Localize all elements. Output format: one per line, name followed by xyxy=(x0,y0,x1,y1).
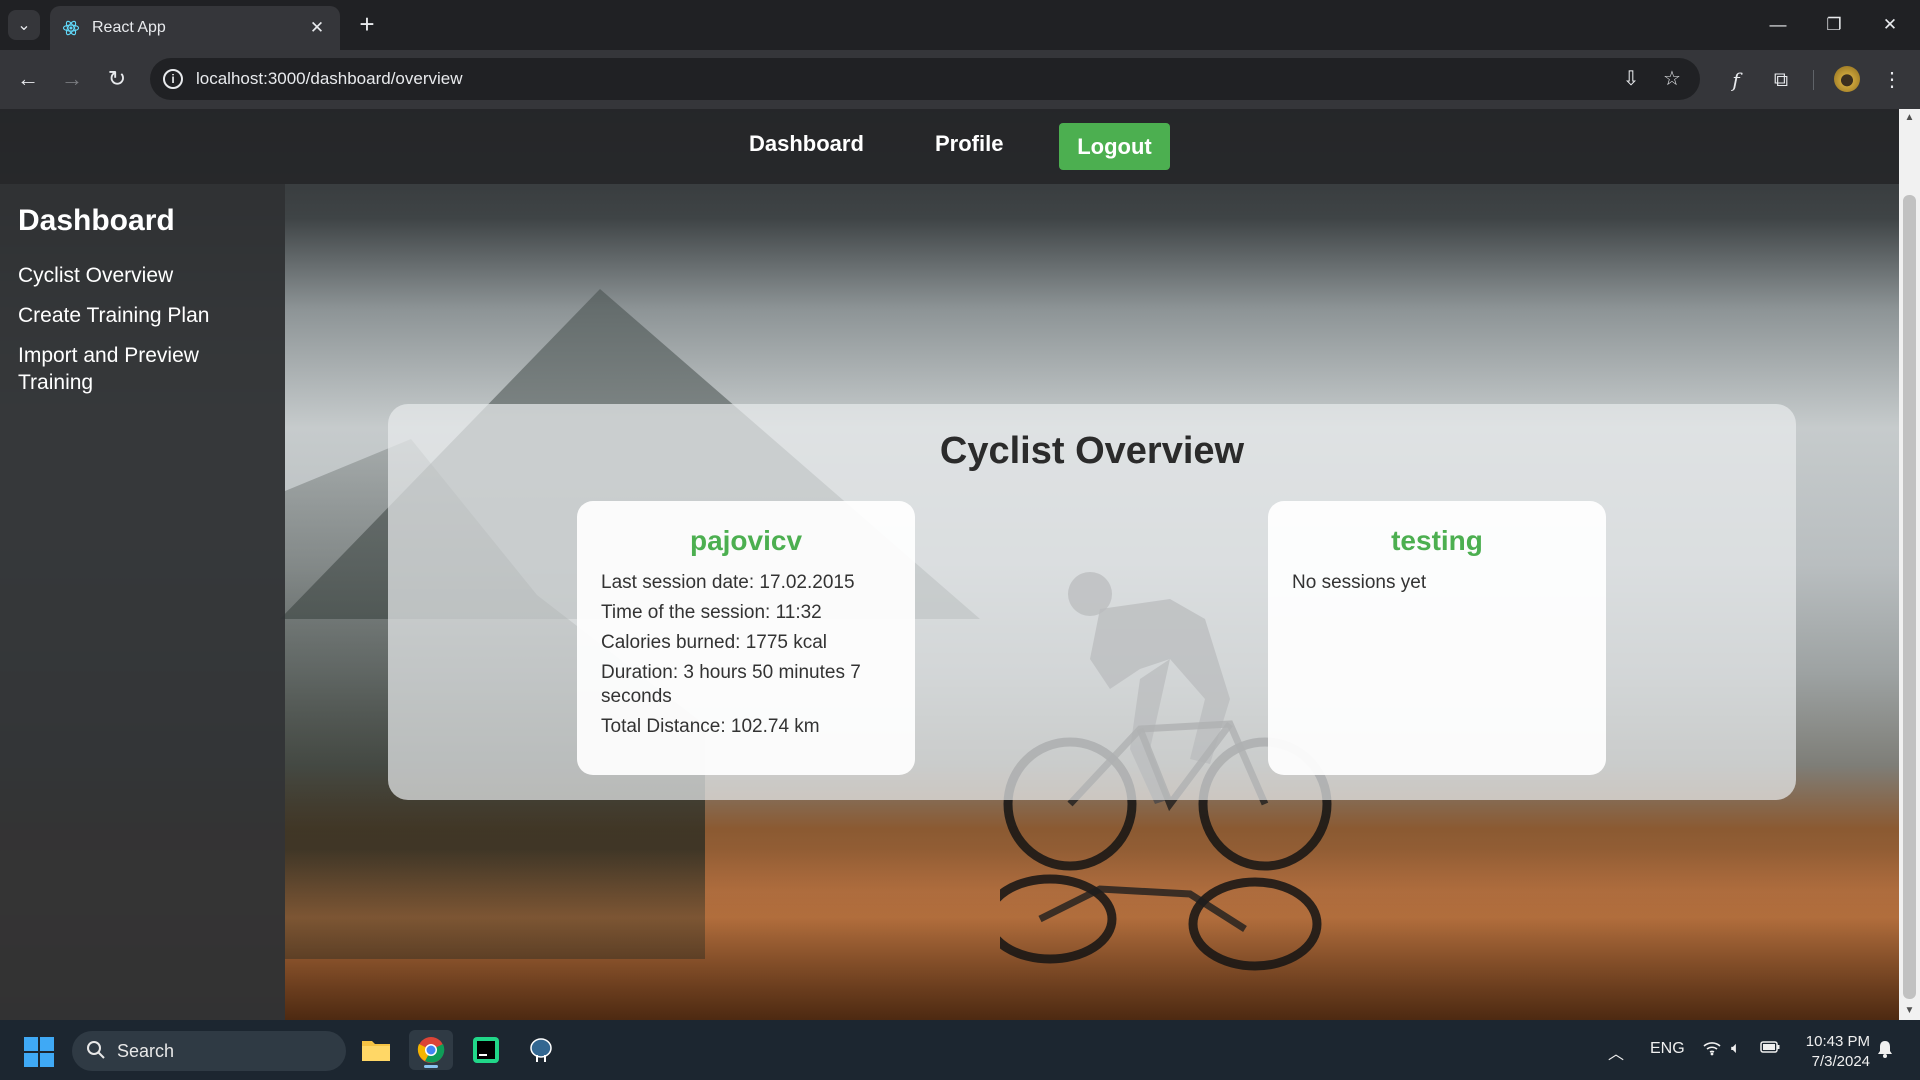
language-indicator[interactable]: ENG xyxy=(1650,1040,1685,1058)
sidebar-item-create-training-plan[interactable]: Create Training Plan xyxy=(18,302,248,329)
nav-link-profile[interactable]: Profile xyxy=(935,131,1003,157)
browser-tabstrip: ⌄ React App ✕ + — ❐ ✕ xyxy=(0,0,1920,50)
cyclist-name: pajovicv xyxy=(689,525,803,556)
chrome-icon[interactable] xyxy=(409,1030,453,1070)
scroll-up-arrow-icon[interactable]: ▲ xyxy=(1899,109,1920,127)
cyclist-card[interactable]: pajovicv Last session date: 17.02.2015 T… xyxy=(577,501,915,775)
browser-tab[interactable]: React App ✕ xyxy=(50,6,340,50)
no-sessions-text: No sessions yet xyxy=(1292,572,1427,593)
session-duration: Duration: 3 hours 50 minutes 7 seconds xyxy=(601,662,861,707)
scroll-down-arrow-icon[interactable]: ▼ xyxy=(1899,1002,1920,1020)
windows-start-icon[interactable] xyxy=(24,1037,54,1067)
browser-menu-icon[interactable]: ⋮ xyxy=(1876,64,1908,96)
taskbar-search-placeholder: Search xyxy=(117,1041,175,1061)
volume-icon[interactable]: 🔈︎ xyxy=(1731,1040,1741,1058)
battery-icon[interactable] xyxy=(1760,1040,1780,1059)
profile-avatar[interactable] xyxy=(1834,66,1860,92)
file-explorer-icon[interactable] xyxy=(354,1030,398,1070)
sidebar-item-cyclist-overview[interactable]: Cyclist Overview xyxy=(18,262,248,289)
minimize-icon[interactable]: — xyxy=(1758,10,1798,40)
active-app-indicator xyxy=(424,1065,438,1068)
scrollbar-thumb[interactable] xyxy=(1903,195,1916,999)
sidebar-title: Dashboard xyxy=(18,204,175,237)
total-distance: Total Distance: 102.74 km xyxy=(601,716,820,737)
function-extension-icon[interactable]: f xyxy=(1720,64,1752,96)
tab-title: React App xyxy=(92,19,166,36)
close-window-icon[interactable]: ✕ xyxy=(1870,10,1910,40)
page-title: Cyclist Overview xyxy=(939,430,1245,472)
back-arrow-icon[interactable]: ← xyxy=(12,64,44,96)
site-info-icon[interactable]: i xyxy=(163,69,183,89)
extensions-puzzle-icon[interactable]: ⧉ xyxy=(1765,64,1797,96)
windows-taskbar: Search ︿ ENG 🔈︎ 10:43 PM 7/3/2024 xyxy=(0,1020,1920,1080)
tray-overflow-chevron-icon[interactable]: ︿ xyxy=(1608,1040,1624,1064)
clock-date: 7/3/2024 xyxy=(1811,1053,1870,1070)
cyclist-card[interactable]: testing No sessions yet xyxy=(1268,501,1606,775)
toolbar-divider xyxy=(1813,70,1814,90)
taskbar-clock[interactable]: 10:43 PM 7/3/2024 xyxy=(1790,1032,1870,1072)
clock-time: 10:43 PM xyxy=(1805,1033,1870,1050)
cyclist-overview-panel: Cyclist Overview pajovicv Last session d… xyxy=(388,404,1796,800)
address-bar-url[interactable]: localhost:3000/dashboard/overview xyxy=(196,69,463,89)
new-tab-plus-icon[interactable]: + xyxy=(352,10,382,40)
sidebar: Dashboard Cyclist Overview Create Traini… xyxy=(0,184,285,1020)
browser-toolbar: ← → ↻ i localhost:3000/dashboard/overvie… xyxy=(0,50,1920,109)
react-favicon-icon xyxy=(62,19,80,37)
forward-arrow-icon[interactable]: → xyxy=(56,64,88,96)
pycharm-icon[interactable] xyxy=(464,1030,508,1070)
bookmark-star-icon[interactable]: ☆ xyxy=(1659,66,1685,92)
sidebar-item-import-preview-training[interactable]: Import and Preview Training xyxy=(18,342,248,396)
restore-icon[interactable]: ❐ xyxy=(1814,10,1854,40)
last-session-date: Last session date: 17.02.2015 xyxy=(601,572,855,593)
page-scrollbar[interactable]: ▲ ▼ xyxy=(1899,109,1920,1020)
session-time: Time of the session: 11:32 xyxy=(601,602,822,623)
postgresql-elephant-icon[interactable] xyxy=(519,1030,563,1070)
calories-burned: Calories burned: 1775 kcal xyxy=(601,632,828,653)
nav-link-dashboard[interactable]: Dashboard xyxy=(749,131,864,157)
address-bar[interactable]: i localhost:3000/dashboard/overview ⇩ ☆ xyxy=(150,58,1700,100)
top-navigation-bar: Dashboard Profile Logout xyxy=(0,109,1899,184)
tab-close-icon[interactable]: ✕ xyxy=(306,18,328,38)
cyclist-name: testing xyxy=(1391,525,1483,556)
search-icon xyxy=(87,1041,105,1059)
reload-icon[interactable]: ↻ xyxy=(101,64,133,96)
notification-bell-icon[interactable] xyxy=(1877,1040,1893,1063)
install-app-icon[interactable]: ⇩ xyxy=(1618,66,1644,92)
page-viewport: Dashboard Profile Logout Dashboard Cycli… xyxy=(0,109,1899,1020)
wifi-icon[interactable] xyxy=(1703,1040,1721,1061)
taskbar-search-box[interactable]: Search xyxy=(72,1031,346,1071)
logout-button[interactable]: Logout xyxy=(1059,123,1170,170)
tab-list-chevron-icon[interactable]: ⌄ xyxy=(8,10,40,40)
